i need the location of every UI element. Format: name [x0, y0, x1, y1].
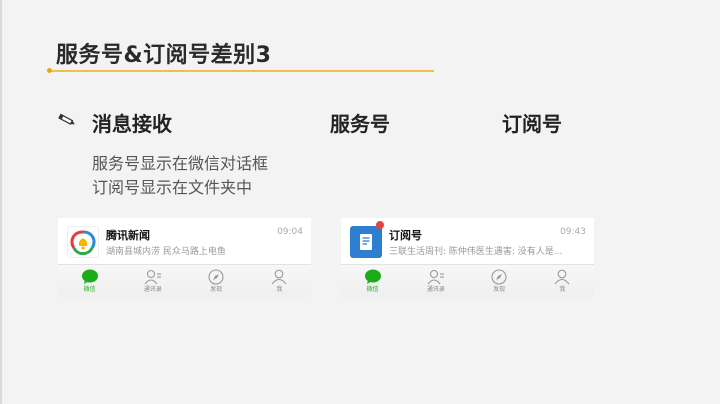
tab-contacts[interactable]: 通讯录 [404, 265, 467, 297]
compass-icon [208, 269, 224, 285]
tab-contacts[interactable]: 通讯录 [121, 265, 184, 297]
person-icon [554, 269, 570, 285]
tab-label: 微信 [83, 286, 96, 293]
wechat-tab-bar: 微信 通讯录 发现 我 [58, 264, 311, 297]
tab-wechat[interactable]: 微信 [341, 265, 404, 297]
tab-me[interactable]: 我 [531, 265, 594, 297]
tab-me[interactable]: 我 [248, 265, 311, 297]
unread-dot [376, 221, 384, 229]
chat-name: 腾讯新闻 [106, 229, 150, 242]
tab-wechat[interactable]: 微信 [58, 265, 121, 297]
title-underline-dot [47, 68, 52, 73]
description-line-service: 服务号显示在微信对话框 [92, 154, 269, 173]
tab-label: 通讯录 [426, 286, 445, 293]
subscription-folder-icon [350, 226, 382, 258]
chat-name: 订阅号 [389, 229, 422, 242]
wechat-screenshot-subscription-account: 订阅号 三联生活周刊: 陈仲伟医生遇害: 没有人是... 09:43 微信 通讯… [341, 218, 594, 297]
tab-label: 我 [559, 286, 566, 293]
contacts-icon [144, 269, 161, 285]
compass-icon [491, 269, 507, 285]
tab-label: 我 [276, 286, 283, 293]
tab-label: 通讯录 [143, 286, 162, 293]
chat-time: 09:04 [277, 227, 303, 237]
column-heading-subscription-account: 订阅号 [502, 112, 562, 136]
chat-list-item[interactable]: 腾讯新闻 湖南县城内涝 民众马路上电鱼 09:04 [58, 218, 311, 262]
wechat-screenshot-service-account: 腾讯新闻 湖南县城内涝 民众马路上电鱼 09:04 微信 通讯录 发现 我 [58, 218, 311, 297]
tab-label: 发现 [493, 286, 506, 293]
tab-label: 微信 [366, 286, 379, 293]
chat-time: 09:43 [560, 227, 586, 237]
chat-list-item[interactable]: 订阅号 三联生活周刊: 陈仲伟医生遇害: 没有人是... 09:43 [341, 218, 594, 262]
chat-preview: 三联生活周刊: 陈仲伟医生遇害: 没有人是... [389, 247, 563, 257]
column-heading-service-account: 服务号 [330, 112, 390, 136]
pencil-icon [58, 113, 75, 125]
wechat-tab-bar: 微信 通讯录 发现 我 [341, 264, 594, 297]
description-line-subscription: 订阅号显示在文件夹中 [92, 178, 253, 197]
slide-left-border [0, 0, 2, 404]
chat-bubble-icon [364, 269, 381, 284]
tencent-news-icon [67, 226, 99, 258]
tab-label: 发现 [210, 286, 223, 293]
chat-preview: 湖南县城内涝 民众马路上电鱼 [106, 247, 226, 257]
contacts-icon [427, 269, 444, 285]
section-heading: 消息接收 [92, 112, 172, 136]
slide-title: 服务号&订阅号差别3 [56, 43, 272, 68]
title-underline [50, 70, 434, 72]
tab-discover[interactable]: 发现 [185, 265, 248, 297]
person-icon [271, 269, 287, 285]
tab-discover[interactable]: 发现 [468, 265, 531, 297]
chat-bubble-icon [81, 269, 98, 284]
